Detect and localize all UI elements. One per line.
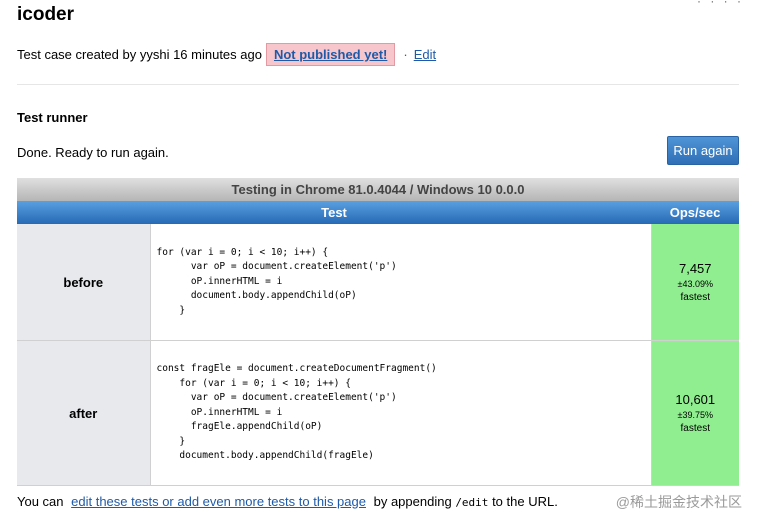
table-row: after const fragEle = document.createDoc… (17, 340, 740, 486)
watermark: @稀土掘金技术社区 (615, 494, 742, 510)
created-by-text: Test case created by yyshi 16 minutes ag… (17, 47, 262, 62)
ops-value: 10,601 (675, 392, 716, 407)
edit-path-code: /edit (455, 496, 489, 509)
runner-status: Done. Ready to run again. (17, 145, 169, 160)
not-published-badge[interactable]: Not published yet! (265, 43, 396, 66)
meta-separator: · (403, 47, 408, 62)
test-code-cell: for (var i = 0; i < 10; i++) { var oP = … (150, 224, 652, 341)
test-name: before (17, 224, 151, 341)
footer-note: You can edit these tests or add even mor… (17, 494, 558, 509)
ops-rank: fastest (680, 292, 710, 303)
edit-tests-link[interactable]: edit these tests or add even more tests … (71, 494, 366, 509)
ops-result-cell: 7,457 ±43.09% fastest (651, 224, 740, 341)
browser-caption: Testing in Chrome 81.0.4044 / Windows 10… (17, 178, 740, 201)
run-again-button[interactable]: Run again (667, 136, 739, 165)
ops-error: ±39.75% (677, 410, 713, 420)
column-header-ops: Ops/sec (651, 201, 740, 224)
test-name: after (17, 340, 151, 486)
ops-rank: fastest (680, 423, 710, 434)
footer-suffix: to the URL. (492, 494, 558, 509)
test-runner-title: Test runner (17, 110, 88, 125)
ops-result-cell: 10,601 ±39.75% fastest (651, 340, 740, 486)
top-right-menu[interactable]: · · · · (697, 0, 744, 8)
ops-value: 7,457 (678, 261, 712, 276)
test-code: for (var i = 0; i < 10; i++) { var oP = … (156, 246, 397, 316)
ops-error: ±43.09% (677, 279, 713, 289)
page-title: icoder (17, 4, 75, 25)
divider (17, 84, 739, 85)
footer-prefix: You can (17, 494, 64, 509)
test-code-cell: const fragEle = document.createDocumentF… (150, 340, 652, 486)
table-row: before for (var i = 0; i < 10; i++) { va… (17, 224, 740, 341)
edit-link[interactable]: Edit (414, 47, 436, 62)
test-case-meta: Test case created by yyshi 16 minutes ag… (17, 43, 436, 66)
results-table: Testing in Chrome 81.0.4044 / Windows 10… (17, 178, 740, 486)
column-header-test: Test (17, 201, 651, 224)
footer-middle: by appending (373, 494, 452, 509)
test-code: const fragEle = document.createDocumentF… (156, 363, 437, 462)
